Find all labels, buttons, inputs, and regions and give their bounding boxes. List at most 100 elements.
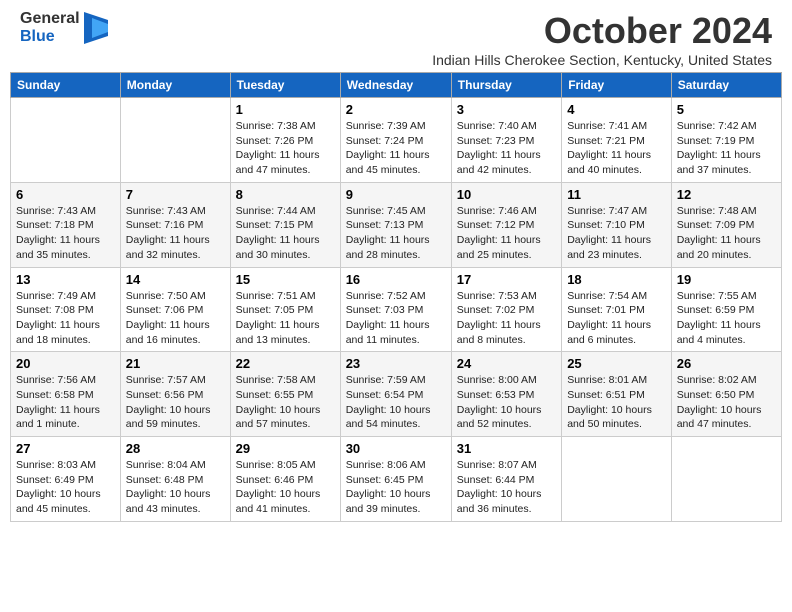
day-info: Sunrise: 7:38 AMSunset: 7:26 PMDaylight:… [236,119,335,178]
day-number: 23 [346,356,446,371]
calendar-day-cell: 20 Sunrise: 7:56 AMSunset: 6:58 PMDayligh… [11,352,121,437]
day-number: 4 [567,102,666,117]
calendar-day-cell: 9 Sunrise: 7:45 AMSunset: 7:13 PMDaylight… [340,182,451,267]
calendar-day-cell [11,98,121,183]
day-info: Sunrise: 7:46 AMSunset: 7:12 PMDaylight:… [457,204,556,263]
calendar-day-cell: 13 Sunrise: 7:49 AMSunset: 7:08 PMDayligh… [11,267,121,352]
day-info: Sunrise: 7:47 AMSunset: 7:10 PMDaylight:… [567,204,666,263]
day-number: 25 [567,356,666,371]
day-number: 22 [236,356,335,371]
day-info: Sunrise: 8:06 AMSunset: 6:45 PMDaylight:… [346,458,446,517]
logo-icon [84,12,108,44]
calendar-day-cell [562,437,672,522]
day-number: 16 [346,272,446,287]
day-number: 12 [677,187,776,202]
calendar-day-cell: 23 Sunrise: 7:59 AMSunset: 6:54 PMDayligh… [340,352,451,437]
day-info: Sunrise: 8:03 AMSunset: 6:49 PMDaylight:… [16,458,115,517]
calendar-day-cell: 8 Sunrise: 7:44 AMSunset: 7:15 PMDaylight… [230,182,340,267]
calendar-day-cell: 4 Sunrise: 7:41 AMSunset: 7:21 PMDaylight… [562,98,672,183]
calendar-week-row: 20 Sunrise: 7:56 AMSunset: 6:58 PMDayligh… [11,352,782,437]
day-info: Sunrise: 7:51 AMSunset: 7:05 PMDaylight:… [236,289,335,348]
day-number: 20 [16,356,115,371]
calendar-day-header: Wednesday [340,73,451,98]
day-number: 29 [236,441,335,456]
day-info: Sunrise: 7:49 AMSunset: 7:08 PMDaylight:… [16,289,115,348]
day-info: Sunrise: 7:55 AMSunset: 6:59 PMDaylight:… [677,289,776,348]
day-info: Sunrise: 7:41 AMSunset: 7:21 PMDaylight:… [567,119,666,178]
day-info: Sunrise: 8:02 AMSunset: 6:50 PMDaylight:… [677,373,776,432]
calendar-day-cell: 31Sunrise: 8:07 AMSunset: 6:44 PMDayligh… [451,437,561,522]
day-number: 19 [677,272,776,287]
calendar-day-cell: 1Sunrise: 7:38 AMSunset: 7:26 PMDaylight… [230,98,340,183]
day-info: Sunrise: 8:07 AMSunset: 6:44 PMDaylight:… [457,458,556,517]
day-number: 2 [346,102,446,117]
day-number: 24 [457,356,556,371]
day-info: Sunrise: 8:00 AMSunset: 6:53 PMDaylight:… [457,373,556,432]
day-number: 14 [126,272,225,287]
calendar-day-cell: 27 Sunrise: 8:03 AMSunset: 6:49 PMDayligh… [11,437,121,522]
day-info: Sunrise: 7:57 AMSunset: 6:56 PMDaylight:… [126,373,225,432]
calendar-day-header: Sunday [11,73,121,98]
day-info: Sunrise: 7:53 AMSunset: 7:02 PMDaylight:… [457,289,556,348]
calendar-day-header: Monday [120,73,230,98]
calendar-week-row: 6 Sunrise: 7:43 AMSunset: 7:18 PMDaylight… [11,182,782,267]
day-info: Sunrise: 8:04 AMSunset: 6:48 PMDaylight:… [126,458,225,517]
calendar-day-cell: 25 Sunrise: 8:01 AMSunset: 6:51 PMDayligh… [562,352,672,437]
calendar-day-cell [671,437,781,522]
day-number: 9 [346,187,446,202]
calendar-week-row: 13 Sunrise: 7:49 AMSunset: 7:08 PMDayligh… [11,267,782,352]
day-info: Sunrise: 7:43 AMSunset: 7:18 PMDaylight:… [16,204,115,263]
calendar-day-cell: 2Sunrise: 7:39 AMSunset: 7:24 PMDaylight… [340,98,451,183]
day-info: Sunrise: 7:59 AMSunset: 6:54 PMDaylight:… [346,373,446,432]
day-info: Sunrise: 7:58 AMSunset: 6:55 PMDaylight:… [236,373,335,432]
calendar-day-cell: 17 Sunrise: 7:53 AMSunset: 7:02 PMDayligh… [451,267,561,352]
day-number: 21 [126,356,225,371]
title-block: October 2024 Indian Hills Cherokee Secti… [432,10,772,68]
day-number: 7 [126,187,225,202]
day-number: 6 [16,187,115,202]
day-number: 18 [567,272,666,287]
calendar-day-cell: 28 Sunrise: 8:04 AMSunset: 6:48 PMDayligh… [120,437,230,522]
day-number: 5 [677,102,776,117]
calendar-day-header: Thursday [451,73,561,98]
day-number: 30 [346,441,446,456]
day-info: Sunrise: 7:56 AMSunset: 6:58 PMDaylight:… [16,373,115,432]
logo-general-text: General [20,10,80,28]
day-number: 15 [236,272,335,287]
day-number: 26 [677,356,776,371]
calendar-day-cell [120,98,230,183]
calendar-day-cell: 26 Sunrise: 8:02 AMSunset: 6:50 PMDayligh… [671,352,781,437]
day-info: Sunrise: 7:40 AMSunset: 7:23 PMDaylight:… [457,119,556,178]
calendar-day-cell: 15 Sunrise: 7:51 AMSunset: 7:05 PMDayligh… [230,267,340,352]
calendar-day-cell: 29Sunrise: 8:05 AMSunset: 6:46 PMDayligh… [230,437,340,522]
calendar-day-header: Friday [562,73,672,98]
calendar-week-row: 27 Sunrise: 8:03 AMSunset: 6:49 PMDayligh… [11,437,782,522]
calendar-day-cell: 12Sunrise: 7:48 AMSunset: 7:09 PMDayligh… [671,182,781,267]
day-number: 28 [126,441,225,456]
calendar-day-cell: 7 Sunrise: 7:43 AMSunset: 7:16 PMDaylight… [120,182,230,267]
calendar-day-cell: 30 Sunrise: 8:06 AMSunset: 6:45 PMDayligh… [340,437,451,522]
day-info: Sunrise: 7:54 AMSunset: 7:01 PMDaylight:… [567,289,666,348]
logo: General Blue [20,10,108,45]
calendar-day-cell: 19 Sunrise: 7:55 AMSunset: 6:59 PMDayligh… [671,267,781,352]
calendar-week-row: 1Sunrise: 7:38 AMSunset: 7:26 PMDaylight… [11,98,782,183]
day-number: 27 [16,441,115,456]
calendar-table: SundayMondayTuesdayWednesdayThursdayFrid… [10,72,782,522]
day-info: Sunrise: 8:01 AMSunset: 6:51 PMDaylight:… [567,373,666,432]
calendar-day-cell: 11Sunrise: 7:47 AMSunset: 7:10 PMDayligh… [562,182,672,267]
page-header: General Blue October 2024 Indian Hills C… [10,10,782,68]
calendar-day-cell: 24 Sunrise: 8:00 AMSunset: 6:53 PMDayligh… [451,352,561,437]
calendar-day-cell: 18 Sunrise: 7:54 AMSunset: 7:01 PMDayligh… [562,267,672,352]
day-number: 3 [457,102,556,117]
day-info: Sunrise: 7:50 AMSunset: 7:06 PMDaylight:… [126,289,225,348]
day-info: Sunrise: 7:45 AMSunset: 7:13 PMDaylight:… [346,204,446,263]
day-number: 17 [457,272,556,287]
logo-blue-text: Blue [20,28,80,46]
day-number: 8 [236,187,335,202]
day-info: Sunrise: 7:44 AMSunset: 7:15 PMDaylight:… [236,204,335,263]
day-info: Sunrise: 7:43 AMSunset: 7:16 PMDaylight:… [126,204,225,263]
calendar-day-header: Tuesday [230,73,340,98]
day-number: 13 [16,272,115,287]
day-info: Sunrise: 7:42 AMSunset: 7:19 PMDaylight:… [677,119,776,178]
day-info: Sunrise: 7:52 AMSunset: 7:03 PMDaylight:… [346,289,446,348]
